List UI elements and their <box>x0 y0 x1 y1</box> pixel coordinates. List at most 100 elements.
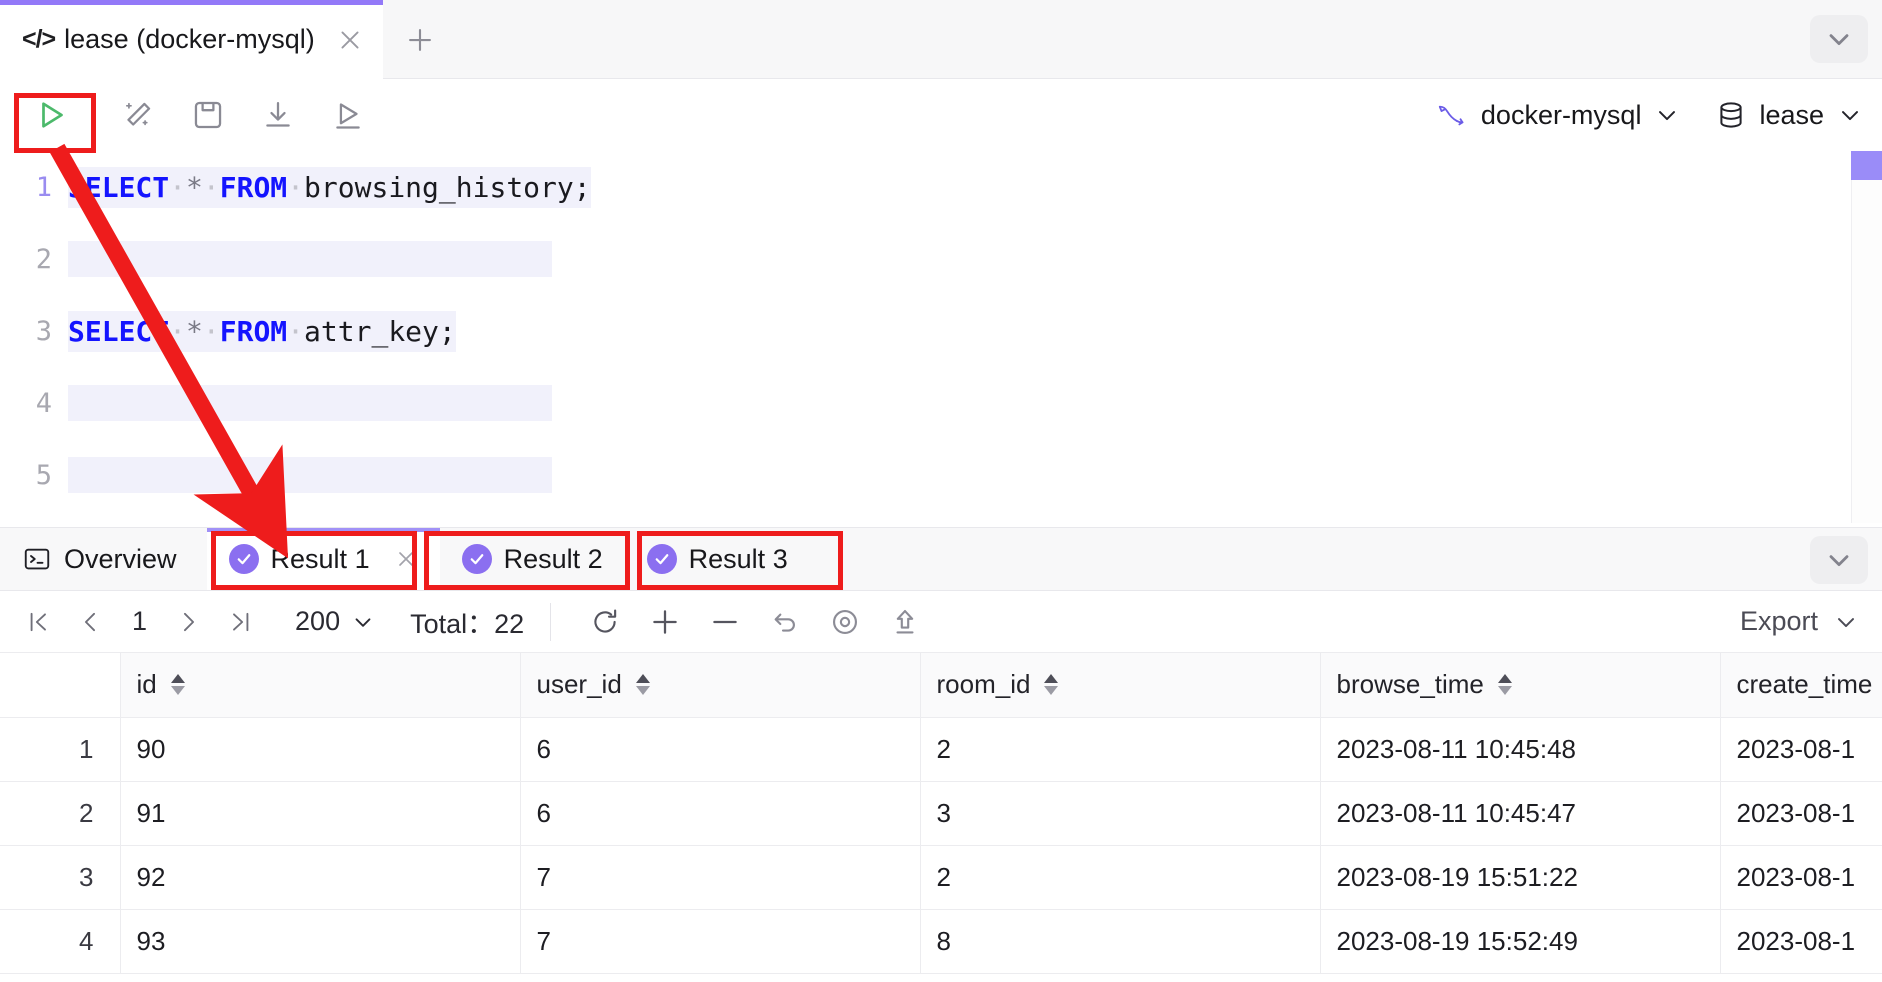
tab-result-3[interactable]: Result 3 <box>625 528 810 590</box>
cell-user_id[interactable]: 6 <box>520 717 921 782</box>
cell-id[interactable]: 91 <box>120 781 521 846</box>
database-icon <box>1715 99 1747 131</box>
prev-page-icon <box>76 608 104 636</box>
code-text[interactable]: SELECT·*·FROM·attr_key; <box>68 310 456 352</box>
table-row[interactable]: 1 90 6 2 2023-08-11 10:45:48 2023-08-1 <box>0 717 1882 782</box>
document-tab-lease[interactable]: </> lease (docker-mysql) <box>0 0 383 79</box>
code-line[interactable]: 3 SELECT·*·FROM·attr_key; <box>0 295 1882 367</box>
cell-browse_time[interactable]: 2023-08-19 15:51:22 <box>1320 845 1721 910</box>
database-selector[interactable]: lease <box>1715 99 1864 131</box>
close-icon[interactable] <box>394 547 418 571</box>
next-page-button[interactable] <box>165 598 213 646</box>
revert-button[interactable] <box>757 597 813 647</box>
sort-arrows-icon[interactable] <box>1497 674 1512 696</box>
cell-create_time[interactable]: 2023-08-1 <box>1720 909 1882 974</box>
cell-room_id[interactable]: 2 <box>920 845 1321 910</box>
database-label: lease <box>1759 99 1824 130</box>
column-header-create_time[interactable]: create_time <box>1720 653 1882 718</box>
cell-id[interactable]: 93 <box>120 909 521 974</box>
target-circle-icon <box>829 606 861 638</box>
last-page-button[interactable] <box>217 598 265 646</box>
run-sql-button[interactable] <box>22 89 80 141</box>
document-tab-strip: </> lease (docker-mysql) <box>0 0 1882 79</box>
editor-scrollbar-track[interactable] <box>1851 151 1882 523</box>
cell-rownum: 2 <box>0 781 121 846</box>
column-header-label: id <box>136 669 157 700</box>
code-line[interactable]: 5 <box>0 439 1882 511</box>
cell-user_id[interactable]: 6 <box>520 781 921 846</box>
cell-room_id[interactable]: 3 <box>920 781 1321 846</box>
code-line[interactable]: 4 <box>0 367 1882 439</box>
cell-user_id[interactable]: 7 <box>520 845 921 910</box>
tab-result-label: Result 1 <box>270 543 370 574</box>
tab-result-2[interactable]: Result 2 <box>440 528 625 590</box>
total-value: 22 <box>494 609 525 639</box>
export-button[interactable]: Export <box>1740 606 1882 637</box>
cell-create_time[interactable]: 2023-08-1 <box>1720 845 1882 910</box>
commit-button[interactable] <box>877 597 933 647</box>
close-icon[interactable] <box>335 25 365 55</box>
code-token: FROM <box>219 170 288 204</box>
cell-room_id[interactable]: 2 <box>920 717 1321 782</box>
view-button[interactable] <box>817 597 873 647</box>
collapse-editor-button[interactable] <box>1810 15 1868 63</box>
cell-create_time[interactable]: 2023-08-1 <box>1720 717 1882 782</box>
sql-code-editor[interactable]: 1 SELECT·*·FROM·browsing_history; 2 3 SELECT… <box>0 151 1882 523</box>
add-row-button[interactable] <box>637 597 693 647</box>
table-row[interactable]: 2 91 6 3 2023-08-11 10:45:47 2023-08-1 <box>0 781 1882 846</box>
first-page-icon <box>24 608 52 636</box>
code-line-list: 1 SELECT·*·FROM·browsing_history; 2 3 SELECT… <box>0 151 1882 523</box>
editor-toolbar-left <box>0 89 389 141</box>
cell-browse_time[interactable]: 2023-08-19 15:52:49 <box>1320 909 1721 974</box>
chevron-down-icon <box>1653 101 1681 129</box>
tab-overview[interactable]: Overview <box>0 528 207 590</box>
check-circle-icon <box>646 544 677 574</box>
editor-scroll-thumb[interactable] <box>1851 151 1882 180</box>
collapse-results-button[interactable] <box>1810 536 1868 584</box>
cell-browse_time[interactable]: 2023-08-11 10:45:48 <box>1320 717 1721 782</box>
code-text[interactable] <box>68 241 552 277</box>
download-button[interactable] <box>249 89 307 141</box>
current-page-number[interactable]: 1 <box>118 606 161 637</box>
prev-page-button[interactable] <box>66 598 114 646</box>
code-text[interactable] <box>68 457 552 493</box>
cell-id[interactable]: 90 <box>120 717 521 782</box>
cell-create_time[interactable]: 2023-08-1 <box>1720 781 1882 846</box>
cell-room_id[interactable]: 8 <box>920 909 1321 974</box>
column-header-room_id[interactable]: room_id <box>920 653 1321 718</box>
tab-overview-label: Overview <box>64 543 177 574</box>
total-count: Total：22 <box>410 602 524 641</box>
run-to-cursor-button[interactable] <box>319 89 377 141</box>
tab-result-label: Result 3 <box>688 543 788 574</box>
cell-browse_time[interactable]: 2023-08-11 10:45:47 <box>1320 781 1721 846</box>
column-header-user_id[interactable]: user_id <box>520 653 921 718</box>
code-text[interactable]: SELECT·*·FROM·browsing_history; <box>68 166 591 208</box>
sort-arrows-icon[interactable] <box>1044 674 1059 696</box>
table-row[interactable]: 4 93 7 8 2023-08-19 15:52:49 2023-08-1 <box>0 909 1882 974</box>
chevron-down-icon <box>1832 608 1860 636</box>
code-text[interactable] <box>68 385 552 421</box>
page-size-selector[interactable]: 200 <box>295 606 376 637</box>
code-line[interactable]: 1 SELECT·*·FROM·browsing_history; <box>0 151 1882 223</box>
format-sql-button[interactable] <box>109 89 167 141</box>
column-header-browse_time[interactable]: browse_time <box>1320 653 1721 718</box>
save-button[interactable] <box>179 89 237 141</box>
column-header-id[interactable]: id <box>120 653 521 718</box>
column-header-label: browse_time <box>1336 669 1484 700</box>
cell-id[interactable]: 92 <box>120 845 521 910</box>
code-token: ; <box>573 170 591 204</box>
connection-selector[interactable]: docker-mysql <box>1435 98 1682 132</box>
new-tab-button[interactable] <box>383 0 457 79</box>
sort-arrows-icon[interactable] <box>170 674 185 696</box>
refresh-button[interactable] <box>577 597 633 647</box>
sort-arrows-icon[interactable] <box>635 674 650 696</box>
result-data-grid[interactable]: id user_id room_id browse_time create_time 1… <box>0 653 1882 982</box>
code-line[interactable]: 6SELECT·*·FROM·apartment_facility·ORDER·… <box>0 511 1882 523</box>
code-token: · <box>202 314 220 348</box>
tab-result-1[interactable]: Result 1 <box>206 528 440 590</box>
table-row[interactable]: 3 92 7 2 2023-08-19 15:51:22 2023-08-1 <box>0 845 1882 910</box>
first-page-button[interactable] <box>14 598 62 646</box>
cell-user_id[interactable]: 7 <box>520 909 921 974</box>
code-line[interactable]: 2 <box>0 223 1882 295</box>
delete-row-button[interactable] <box>697 597 753 647</box>
